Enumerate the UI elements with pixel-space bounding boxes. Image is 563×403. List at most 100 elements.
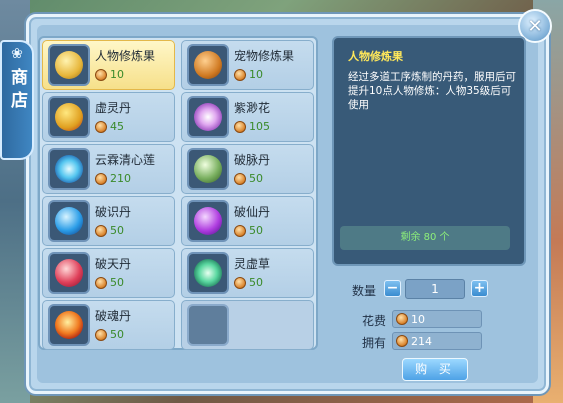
item-price: 50 — [95, 328, 124, 341]
owned-value-box: 214 — [392, 332, 482, 350]
blue-lotus-icon — [55, 155, 83, 183]
item-price: 45 — [95, 120, 124, 133]
item-icon-frame — [48, 148, 90, 190]
item-name: 云霖清心莲 — [95, 153, 156, 167]
item-price: 50 — [95, 224, 124, 237]
shop-item[interactable]: 破天丹 50 — [42, 248, 175, 298]
shop-item[interactable]: 宠物修炼果 10 — [181, 40, 314, 90]
herb-icon — [194, 259, 222, 287]
remaining-stock: 剩余 80 个 — [340, 226, 510, 250]
item-price-value: 10 — [110, 68, 124, 81]
buy-button[interactable]: 购 买 — [402, 358, 468, 381]
violet-orb-icon — [194, 207, 222, 235]
quantity-minus-button[interactable]: − — [384, 280, 401, 297]
item-name: 虚灵丹 — [95, 101, 132, 115]
fire-orb-icon — [55, 311, 83, 339]
cost-label: 花费 — [362, 314, 387, 328]
shop-item[interactable]: 灵虚草 50 — [181, 248, 314, 298]
coin-icon — [95, 224, 107, 237]
detail-title: 人物修炼果 — [348, 50, 403, 63]
shop-item[interactable]: 破魂丹 50 — [42, 300, 175, 350]
coin-icon — [234, 172, 246, 185]
pet-fruit-icon — [194, 51, 222, 79]
item-price-value: 50 — [110, 276, 124, 289]
item-name: 灵虚草 — [234, 257, 271, 271]
item-icon-frame — [187, 44, 229, 86]
item-icon-frame — [48, 44, 90, 86]
owned-value: 214 — [411, 334, 432, 348]
item-price-value: 50 — [249, 276, 263, 289]
item-icon-frame — [187, 252, 229, 294]
coin-icon — [95, 120, 107, 133]
item-name: 破仙丹 — [234, 205, 271, 219]
item-name: 破魂丹 — [95, 309, 132, 323]
owned-label: 拥有 — [362, 336, 387, 350]
coin-icon — [95, 328, 107, 341]
coin-icon — [95, 172, 107, 185]
shop-item[interactable]: 破脉丹 50 — [181, 144, 314, 194]
item-icon-frame — [48, 96, 90, 138]
item-detail-panel: 人物修炼果 经过多道工序炼制的丹药，服用后可提升10点人物修炼：人物35级后可使… — [332, 36, 526, 266]
coin-icon — [396, 335, 408, 347]
fruit-icon — [55, 51, 83, 79]
item-name: 破识丹 — [95, 205, 132, 219]
item-name: 破天丹 — [95, 257, 132, 271]
coin-icon — [234, 276, 246, 289]
item-price: 50 — [95, 276, 124, 289]
item-price-value: 50 — [110, 328, 124, 341]
gourd-icon — [55, 103, 83, 131]
detail-description: 经过多道工序炼制的丹药，服用后可提升10点人物修炼：人物35级后可使用 — [348, 71, 516, 111]
coin-icon — [234, 224, 246, 237]
item-name: 人物修炼果 — [95, 49, 156, 63]
lotus-icon: ❀ — [11, 46, 23, 62]
shop-tab[interactable]: ❀ 商店 — [0, 40, 34, 160]
cost-value-box: 10 — [392, 310, 482, 328]
item-icon-frame — [48, 304, 90, 346]
item-icon-frame — [187, 200, 229, 242]
shop-item[interactable]: 紫渺花 105 — [181, 92, 314, 142]
coin-icon — [95, 276, 107, 289]
item-price: 210 — [95, 172, 131, 185]
empty-slot-frame — [187, 304, 229, 346]
quantity-input[interactable]: 1 — [405, 279, 465, 299]
item-icon-frame — [48, 200, 90, 242]
shop-item[interactable]: 破识丹 50 — [42, 196, 175, 246]
shop-tab-label: 商店 — [7, 68, 27, 114]
purple-flower-icon — [194, 103, 222, 131]
blue-orb-icon — [55, 207, 83, 235]
coin-icon — [234, 68, 246, 81]
item-icon-frame — [48, 252, 90, 294]
pill-icon — [194, 155, 222, 183]
item-price-value: 105 — [249, 120, 270, 133]
item-price-value: 10 — [249, 68, 263, 81]
quantity-label: 数量 — [352, 284, 377, 298]
shop-item[interactable]: 云霖清心莲 210 — [42, 144, 175, 194]
coin-icon — [95, 68, 107, 81]
item-price: 50 — [234, 224, 263, 237]
item-price: 10 — [234, 68, 263, 81]
item-name: 紫渺花 — [234, 101, 271, 115]
close-icon: ✕ — [527, 15, 543, 37]
item-price-value: 50 — [110, 224, 124, 237]
item-price: 10 — [95, 68, 124, 81]
quantity-plus-button[interactable]: + — [471, 280, 488, 297]
item-price-value: 50 — [249, 224, 263, 237]
item-price: 50 — [234, 172, 263, 185]
item-price: 50 — [234, 276, 263, 289]
empty-item-slot — [181, 300, 314, 350]
item-name: 破脉丹 — [234, 153, 271, 167]
item-price: 105 — [234, 120, 270, 133]
item-price-value: 210 — [110, 172, 131, 185]
item-price-value: 45 — [110, 120, 124, 133]
item-icon-frame — [187, 148, 229, 190]
shop-item[interactable]: 破仙丹 50 — [181, 196, 314, 246]
coin-icon — [234, 120, 246, 133]
shop-item[interactable]: 人物修炼果 10 — [42, 40, 175, 90]
item-price-value: 50 — [249, 172, 263, 185]
item-name: 宠物修炼果 — [234, 49, 295, 63]
shop-item[interactable]: 虚灵丹 45 — [42, 92, 175, 142]
item-icon-frame — [187, 96, 229, 138]
red-orb-icon — [55, 259, 83, 287]
cost-value: 10 — [411, 312, 425, 326]
coin-icon — [396, 313, 408, 325]
